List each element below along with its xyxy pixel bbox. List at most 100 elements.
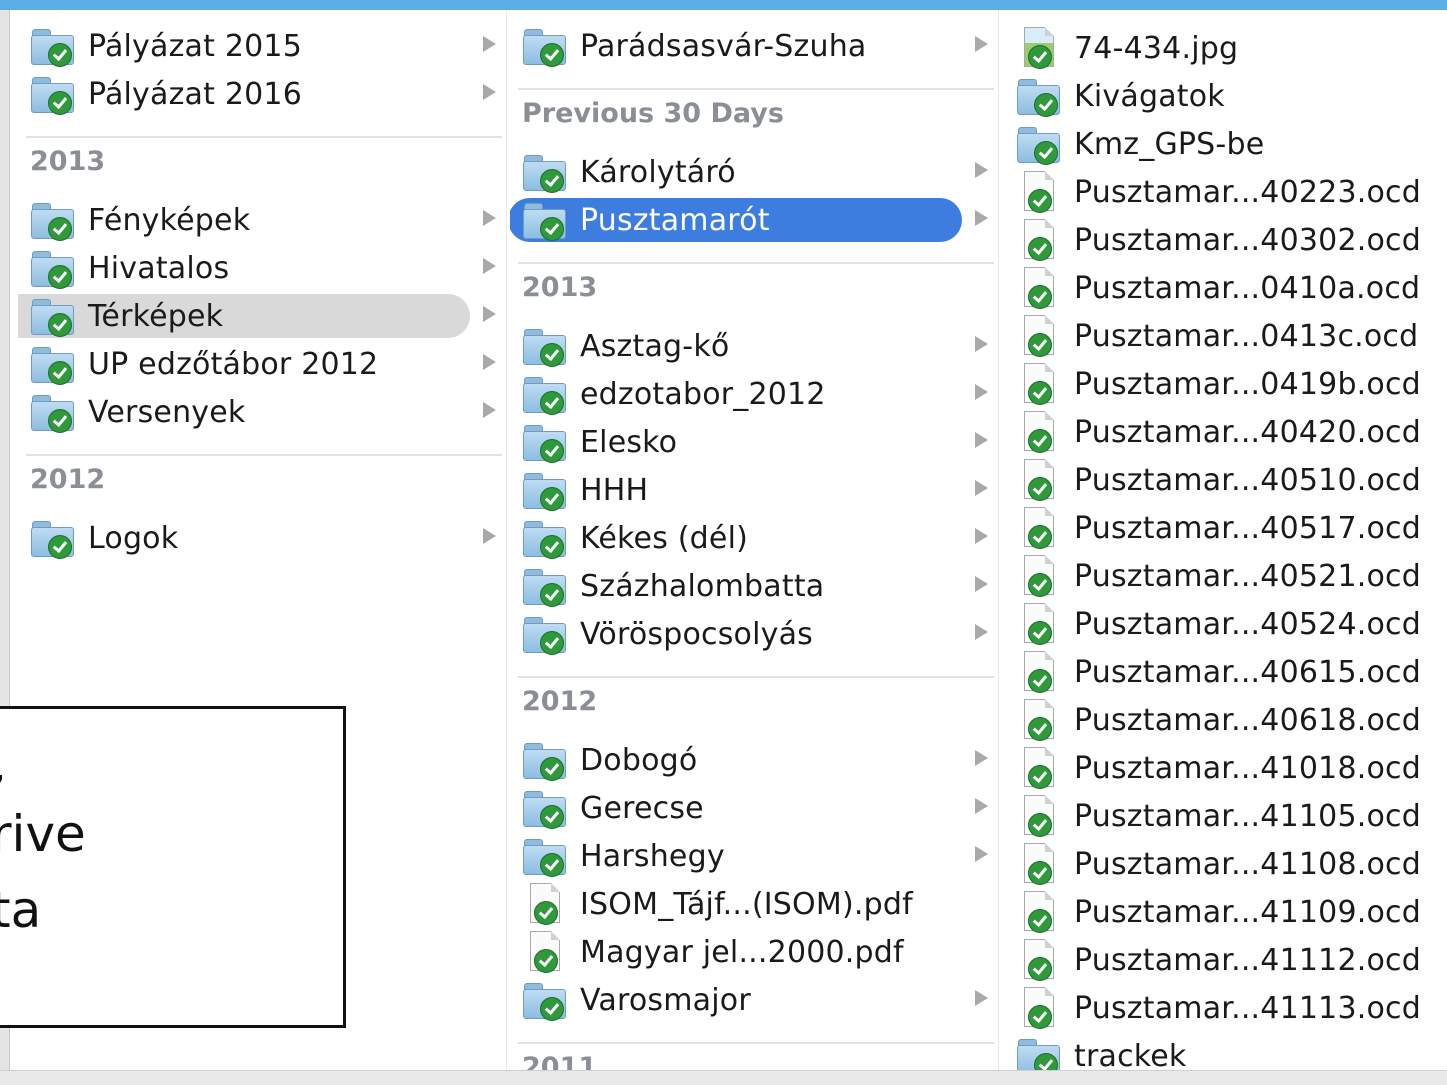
- file-item[interactable]: Pusztamar...41113.ocd: [1004, 984, 1447, 1032]
- folder-item[interactable]: Pályázat 2016: [18, 70, 502, 118]
- file-item[interactable]: Pusztamar...40517.ocd: [1004, 504, 1447, 552]
- folder-icon: [30, 297, 74, 337]
- item-label: Harshegy: [580, 838, 725, 874]
- folder-item[interactable]: Fényképek: [18, 196, 502, 244]
- item-label: Pusztamar...41113.ocd: [1074, 990, 1421, 1026]
- file-item[interactable]: Pusztamar...41112.ocd: [1004, 936, 1447, 984]
- item-label: Logok: [88, 520, 179, 556]
- column-divider[interactable]: [506, 10, 507, 1072]
- item-label: Pusztamar...41108.ocd: [1074, 846, 1421, 882]
- file-item[interactable]: Pusztamar...41105.ocd: [1004, 792, 1447, 840]
- folder-item[interactable]: Károlytáró: [510, 148, 994, 196]
- file-item[interactable]: 74-434.jpg: [1004, 24, 1447, 72]
- file-item[interactable]: Pusztamar...41109.ocd: [1004, 888, 1447, 936]
- folder-item[interactable]: Dobogó: [510, 736, 994, 784]
- folder-item[interactable]: HHH: [510, 466, 994, 514]
- folder-item[interactable]: Varosmajor: [510, 976, 994, 1024]
- folder-item[interactable]: Versenyek: [18, 388, 502, 436]
- item-label: Pusztamar...0413c.ocd: [1074, 318, 1419, 354]
- disclosure-arrow-icon: [975, 528, 988, 544]
- sync-check-icon: [534, 949, 558, 973]
- folder-icon: [522, 615, 566, 655]
- document-icon: [1016, 459, 1060, 501]
- folder-item[interactable]: Pusztamarót: [510, 196, 994, 244]
- folder-icon: [1016, 77, 1060, 117]
- disclosure-arrow-icon: [975, 384, 988, 400]
- sync-check-icon: [540, 169, 564, 193]
- file-item[interactable]: Pusztamar...40223.ocd: [1004, 168, 1447, 216]
- item-label: Hivatalos: [88, 250, 230, 286]
- file-item[interactable]: Pusztamar...40302.ocd: [1004, 216, 1447, 264]
- sync-check-icon: [540, 43, 564, 67]
- file-item[interactable]: ISOM_Tájf...(ISOM).pdf: [510, 880, 994, 928]
- folder-item[interactable]: Kmz_GPS-be: [1004, 120, 1447, 168]
- column-2[interactable]: Parádsasvár-Szuha Previous 30 Days Károlyt…: [510, 10, 994, 1072]
- folder-item[interactable]: Parádsasvár-Szuha: [510, 22, 994, 70]
- folder-item[interactable]: Vöröspocsolyás: [510, 610, 994, 658]
- item-label: Térképek: [88, 298, 224, 334]
- file-item[interactable]: Pusztamar...41108.ocd: [1004, 840, 1447, 888]
- folder-item[interactable]: Gerecse: [510, 784, 994, 832]
- folder-item[interactable]: Elesko: [510, 418, 994, 466]
- item-label: Pusztamar...40615.ocd: [1074, 654, 1421, 690]
- document-icon: [1016, 267, 1060, 309]
- sync-check-icon: [540, 853, 564, 877]
- item-label: Pusztamar...41112.ocd: [1074, 942, 1421, 978]
- sync-check-icon: [1028, 45, 1052, 69]
- folder-item[interactable]: trackek: [1004, 1032, 1447, 1072]
- file-item[interactable]: Pusztamar...40521.ocd: [1004, 552, 1447, 600]
- file-item[interactable]: Pusztamar...0410a.ocd: [1004, 264, 1447, 312]
- folder-item[interactable]: Százhalombatta: [510, 562, 994, 610]
- sync-check-icon: [1028, 573, 1052, 597]
- document-icon: [1016, 747, 1060, 789]
- folder-icon: [522, 153, 566, 193]
- folder-item[interactable]: Logok: [18, 514, 502, 562]
- folder-item[interactable]: UP edzőtábor 2012: [18, 340, 502, 388]
- file-item[interactable]: Pusztamar...40510.ocd: [1004, 456, 1447, 504]
- file-item[interactable]: Pusztamar...41018.ocd: [1004, 744, 1447, 792]
- sync-check-icon: [540, 343, 564, 367]
- sync-check-icon: [540, 535, 564, 559]
- folder-item[interactable]: Pályázat 2015: [18, 22, 502, 70]
- disclosure-arrow-icon: [483, 306, 496, 322]
- file-item[interactable]: Magyar jel...2000.pdf: [510, 928, 994, 976]
- document-icon: [1016, 843, 1060, 885]
- item-label: UP edzőtábor 2012: [88, 346, 379, 382]
- item-label: Gerecse: [580, 790, 704, 826]
- disclosure-arrow-icon: [975, 750, 988, 766]
- sync-check-icon: [48, 265, 72, 289]
- document-icon: [522, 931, 566, 973]
- sync-check-icon: [1028, 525, 1052, 549]
- file-item[interactable]: Pusztamar...0419b.ocd: [1004, 360, 1447, 408]
- sync-check-icon: [1028, 237, 1052, 261]
- folder-item[interactable]: Kékes (dél): [510, 514, 994, 562]
- section-header: 2013: [18, 118, 502, 196]
- item-label: Pályázat 2015: [88, 28, 302, 64]
- folder-item[interactable]: Hivatalos: [18, 244, 502, 292]
- file-item[interactable]: Pusztamar...40524.ocd: [1004, 600, 1447, 648]
- folder-item[interactable]: Kivágatok: [1004, 72, 1447, 120]
- column-3[interactable]: 74-434.jpg Kivágatok Kmz_GPS-be Pusztamar..…: [1004, 10, 1447, 1072]
- folder-icon: [30, 345, 74, 385]
- disclosure-arrow-icon: [483, 258, 496, 274]
- folder-item[interactable]: Harshegy: [510, 832, 994, 880]
- file-item[interactable]: Pusztamar...40618.ocd: [1004, 696, 1447, 744]
- file-item[interactable]: Pusztamar...40615.ocd: [1004, 648, 1447, 696]
- document-icon: [1016, 555, 1060, 597]
- disclosure-arrow-icon: [975, 798, 988, 814]
- item-label: Pusztamar...40517.ocd: [1074, 510, 1421, 546]
- document-icon: [1016, 891, 1060, 933]
- folder-item[interactable]: edzotabor_2012: [510, 370, 994, 418]
- folder-item[interactable]: Térképek: [18, 292, 502, 340]
- folder-item[interactable]: Asztag-kő: [510, 322, 994, 370]
- sync-check-icon: [540, 391, 564, 415]
- column-divider[interactable]: [998, 10, 999, 1072]
- sync-check-icon: [540, 487, 564, 511]
- item-label: Parádsasvár-Szuha: [580, 28, 867, 64]
- sync-check-icon: [48, 535, 72, 559]
- section-title: 2012: [522, 686, 598, 717]
- sync-check-icon: [540, 757, 564, 781]
- file-item[interactable]: Pusztamar...0413c.ocd: [1004, 312, 1447, 360]
- file-item[interactable]: Pusztamar...40420.ocd: [1004, 408, 1447, 456]
- item-label: Fényképek: [88, 202, 251, 238]
